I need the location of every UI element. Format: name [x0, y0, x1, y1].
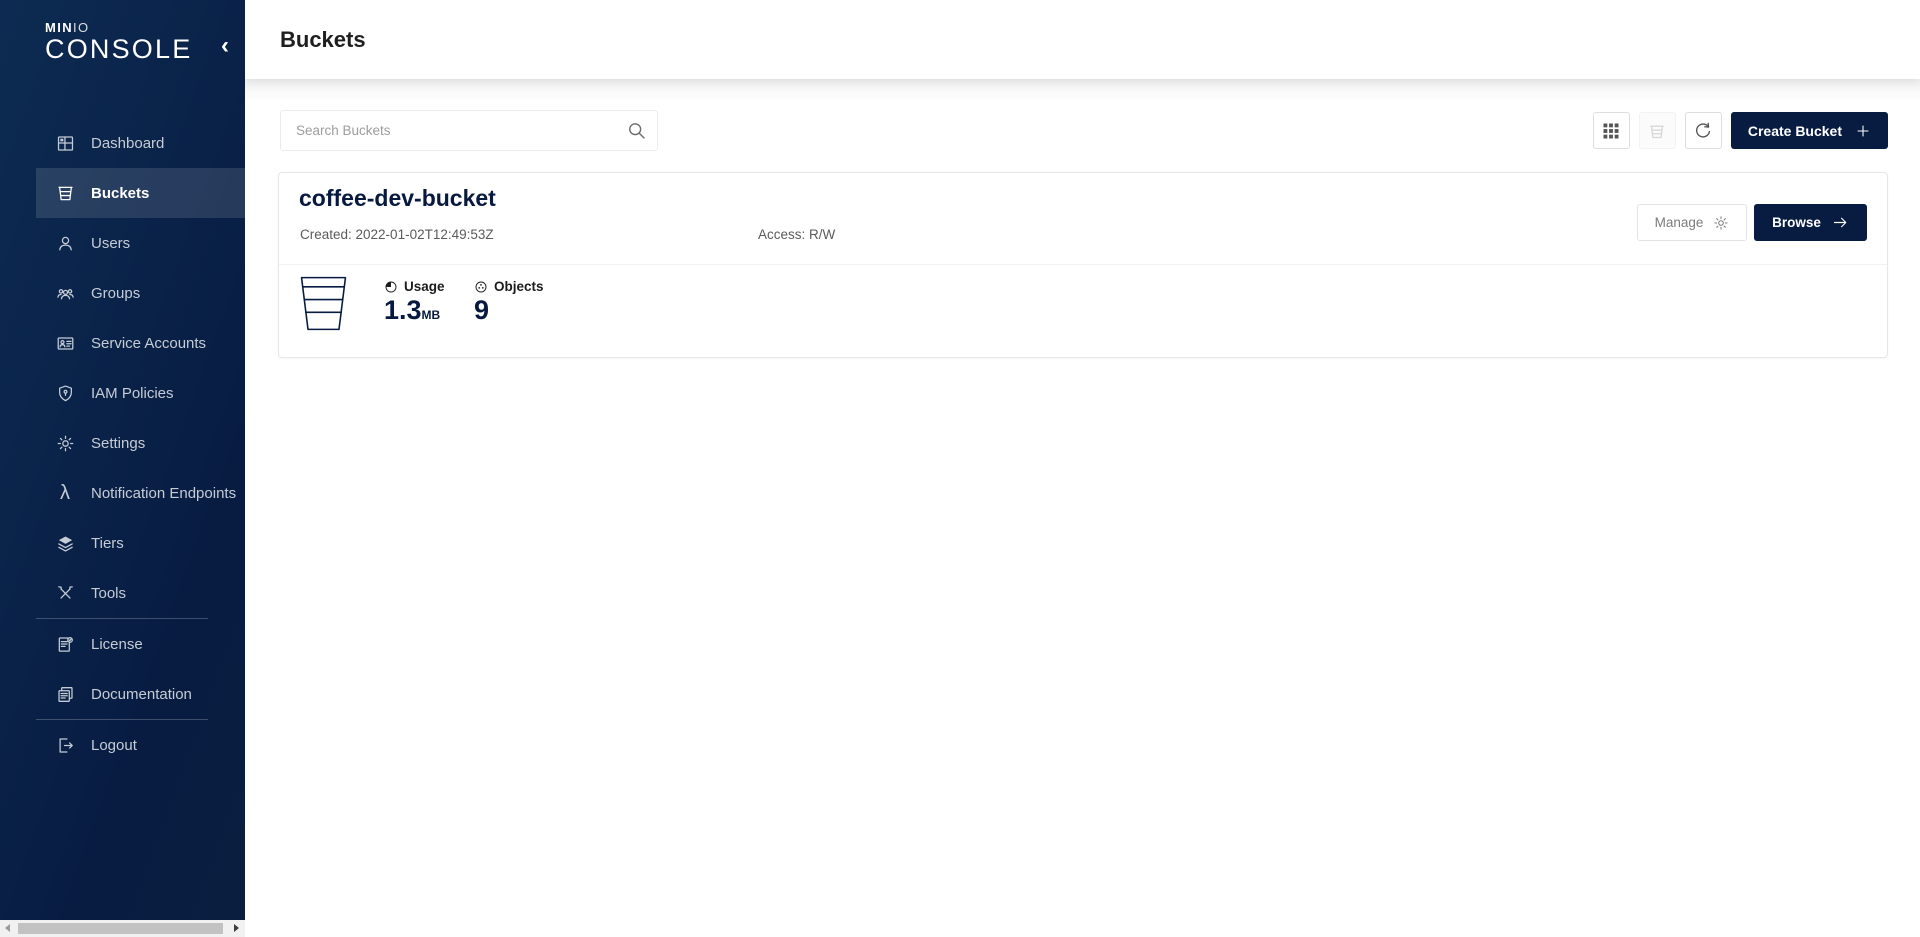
list-view-icon — [1647, 121, 1667, 141]
logout-icon — [55, 735, 75, 755]
search-icon — [626, 120, 647, 141]
bucket-card-actions: Manage Browse — [1637, 204, 1867, 241]
main-area: Buckets — [245, 0, 1920, 937]
sidebar-collapse-button[interactable]: ‹ — [221, 34, 229, 58]
grid-view-button[interactable] — [1593, 112, 1630, 149]
brand-io: IO — [73, 20, 90, 35]
browse-label: Browse — [1772, 215, 1821, 230]
usage-value: 1.3MB — [384, 297, 445, 324]
documentation-icon — [55, 684, 75, 704]
shield-lock-icon — [55, 383, 75, 403]
sidebar-item-label: Tiers — [91, 535, 124, 552]
sidebar-item-buckets[interactable]: Buckets — [36, 168, 245, 218]
sidebar-menu: Dashboard Buckets Users Groups Service A — [0, 118, 245, 770]
sidebar: MINIO CONSOLE ‹ Dashboard Buckets Users — [0, 0, 245, 937]
objects-label-row: Objects — [474, 279, 544, 294]
console-wordmark: CONSOLE — [45, 35, 192, 63]
sidebar-item-tools[interactable]: Tools — [36, 568, 245, 618]
sidebar-item-iam-policies[interactable]: IAM Policies — [36, 368, 245, 418]
buckets-icon — [55, 183, 75, 203]
refresh-button[interactable] — [1685, 112, 1722, 149]
gear-icon — [1713, 215, 1729, 231]
refresh-icon — [1693, 121, 1713, 141]
sidebar-item-label: Dashboard — [91, 135, 164, 152]
bucket-name-link[interactable]: coffee-dev-bucket — [299, 185, 496, 212]
sidebar-item-documentation[interactable]: Documentation — [36, 669, 245, 719]
tools-icon — [55, 583, 75, 603]
minio-wordmark: MINIO — [45, 21, 192, 34]
scrollbar-right-arrow-icon[interactable] — [234, 924, 239, 932]
buckets-toolbar: Create Bucket — [1593, 112, 1888, 149]
objects-icon — [474, 280, 488, 294]
sidebar-item-users[interactable]: Users — [36, 218, 245, 268]
browse-button[interactable]: Browse — [1754, 204, 1867, 241]
search-input[interactable] — [280, 110, 658, 151]
objects-value: 9 — [474, 297, 544, 324]
usage-label-row: Usage — [384, 279, 445, 294]
page-header: Buckets — [245, 0, 1920, 79]
dashboard-icon — [55, 133, 75, 153]
sidebar-item-tiers[interactable]: Tiers — [36, 518, 245, 568]
sidebar-horizontal-scrollbar[interactable] — [0, 920, 245, 937]
sidebar-item-groups[interactable]: Groups — [36, 268, 245, 318]
groups-icon — [55, 283, 75, 303]
sidebar-item-dashboard[interactable]: Dashboard — [36, 118, 245, 168]
sidebar-item-settings[interactable]: Settings — [36, 418, 245, 468]
sidebar-item-label: Buckets — [91, 185, 149, 202]
create-bucket-label: Create Bucket — [1748, 123, 1842, 139]
sidebar-item-label: IAM Policies — [91, 385, 174, 402]
sidebar-item-label: Documentation — [91, 686, 192, 703]
chevron-left-icon: ‹ — [221, 32, 229, 59]
id-card-icon — [55, 333, 75, 353]
sidebar-item-license[interactable]: License — [36, 619, 245, 669]
page-title: Buckets — [280, 27, 366, 53]
content-area: Create Bucket coffee-dev-bucket Manage B… — [245, 79, 1920, 937]
manage-label: Manage — [1655, 215, 1704, 230]
license-icon — [55, 634, 75, 654]
bucket-card: coffee-dev-bucket Manage Browse Created:… — [278, 172, 1888, 358]
usage-metric: Usage 1.3MB — [384, 279, 445, 324]
sidebar-item-label: Service Accounts — [91, 335, 206, 352]
grid-view-icon — [1601, 121, 1621, 141]
usage-label: Usage — [404, 279, 445, 294]
card-divider — [279, 264, 1887, 265]
sidebar-item-logout[interactable]: Logout — [36, 720, 245, 770]
minio-console-logo: MINIO CONSOLE — [45, 21, 192, 63]
sidebar-item-label: License — [91, 636, 143, 653]
sidebar-item-notification-endpoints[interactable]: λ Notification Endpoints — [36, 468, 245, 518]
bucket-icon — [299, 275, 348, 332]
sidebar-item-label: Logout — [91, 737, 137, 754]
usage-unit: MB — [422, 308, 441, 322]
gear-icon — [55, 433, 75, 453]
pie-chart-icon — [384, 280, 398, 294]
objects-metric: Objects 9 — [474, 279, 544, 324]
bucket-created-text: Created: 2022-01-02T12:49:53Z — [300, 227, 494, 242]
search-wrapper — [280, 110, 658, 151]
create-bucket-button[interactable]: Create Bucket — [1731, 112, 1888, 149]
sidebar-item-label: Settings — [91, 435, 145, 452]
sidebar-item-label: Users — [91, 235, 130, 252]
sidebar-item-label: Tools — [91, 585, 126, 602]
bucket-access-text: Access: R/W — [758, 227, 835, 242]
lambda-icon: λ — [55, 483, 75, 503]
objects-label: Objects — [494, 279, 544, 294]
plus-icon — [1855, 123, 1871, 139]
user-icon — [55, 233, 75, 253]
manage-button[interactable]: Manage — [1637, 204, 1747, 241]
scrollbar-thumb[interactable] — [18, 923, 223, 934]
scrollbar-left-arrow-icon[interactable] — [5, 924, 10, 932]
brand-min: MIN — [45, 20, 73, 35]
sidebar-item-label: Notification Endpoints — [91, 485, 236, 502]
arrow-right-icon — [1832, 214, 1849, 231]
sidebar-item-service-accounts[interactable]: Service Accounts — [36, 318, 245, 368]
list-view-button[interactable] — [1639, 112, 1676, 149]
layers-icon — [55, 533, 75, 553]
sidebar-item-label: Groups — [91, 285, 140, 302]
